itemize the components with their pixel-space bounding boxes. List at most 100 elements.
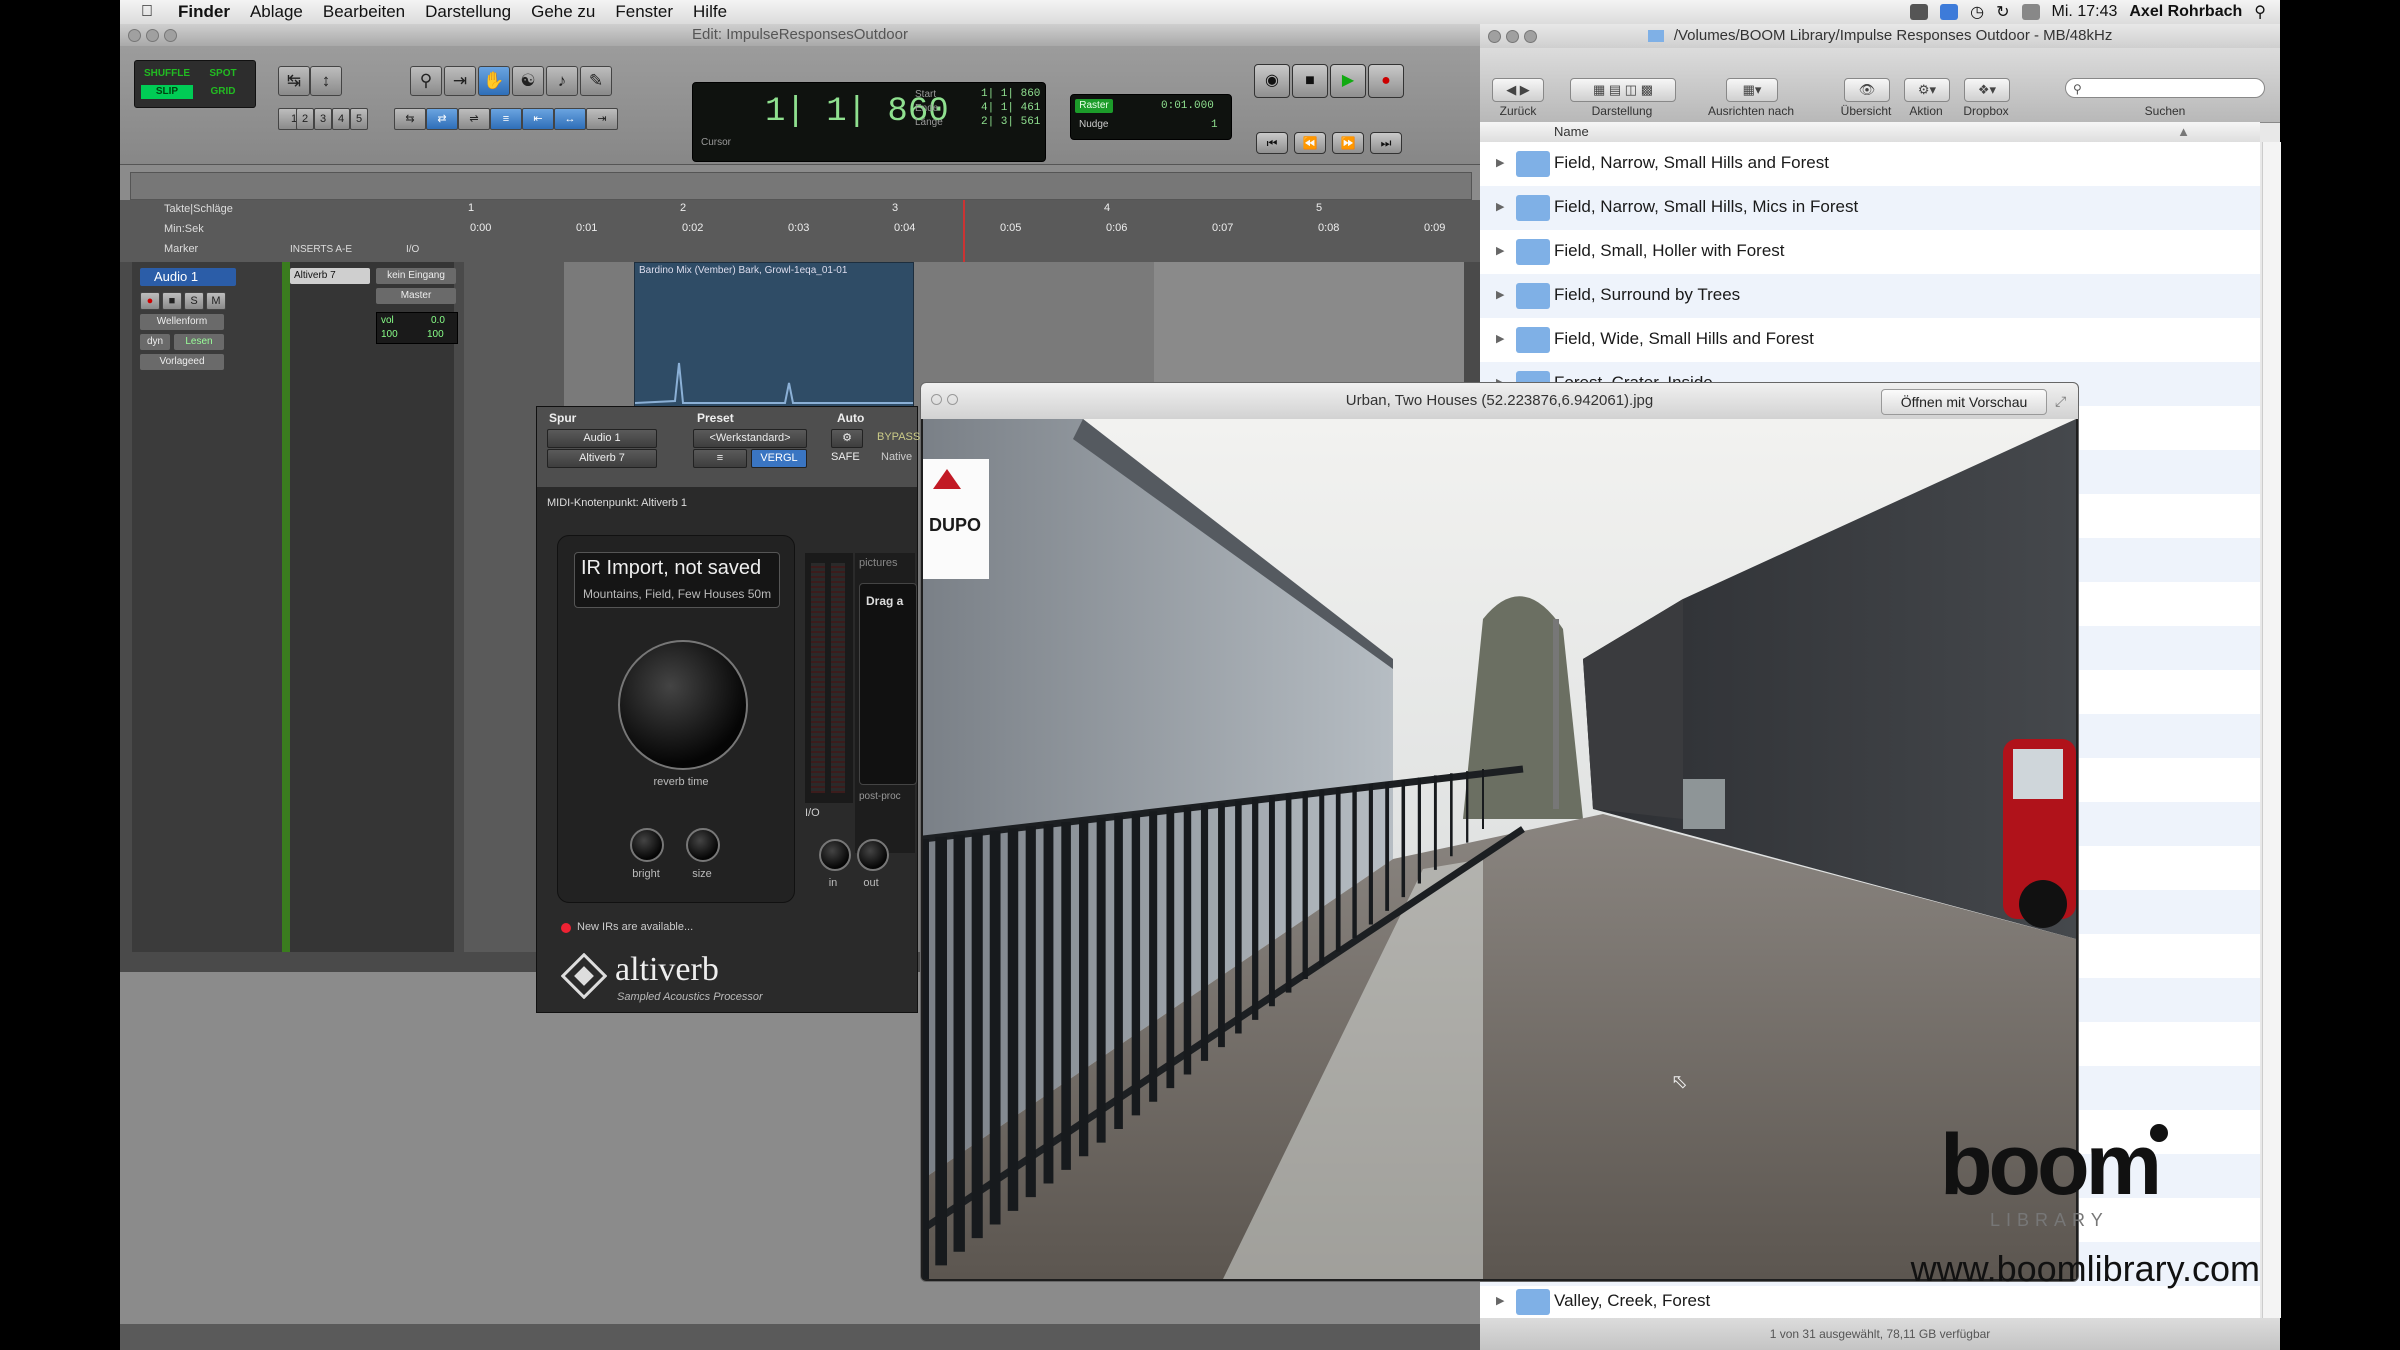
dropbox-tray-icon[interactable] bbox=[1940, 4, 1959, 20]
trim-tool-icon[interactable]: ⇥ bbox=[444, 66, 476, 96]
tray-app-icon[interactable] bbox=[1910, 4, 1929, 20]
menu-app[interactable]: Finder bbox=[178, 2, 230, 22]
minsec-ruler[interactable]: Min:Sek 0:00 0:01 0:02 0:03 0:04 0:05 0:06 0:07… bbox=[120, 220, 1480, 238]
audio-clip[interactable]: Bardino Mix (Vember) Bark, Growl-1eqa_01… bbox=[634, 262, 914, 414]
disclosure-triangle-icon[interactable]: ▶ bbox=[1496, 200, 1504, 213]
dropbox-icon[interactable]: ❖▾ bbox=[1964, 78, 2010, 102]
user-name[interactable]: Axel Rohrbach bbox=[2129, 3, 2242, 21]
compare-button[interactable]: VERGL bbox=[751, 449, 807, 468]
mirror-midi-icon[interactable]: ≡ bbox=[490, 108, 522, 130]
preset-menu-button[interactable]: ≡ bbox=[693, 449, 747, 468]
universe-strip[interactable] bbox=[130, 172, 1472, 200]
slip-mode-button[interactable]: SLIP bbox=[141, 85, 193, 99]
action-gear-icon[interactable]: ⚙▾ bbox=[1904, 78, 1950, 102]
view-mode-buttons[interactable]: ▦ ▤ ◫ ▩ bbox=[1570, 78, 1676, 102]
safe-button[interactable]: SAFE bbox=[831, 451, 860, 463]
pan-left-value[interactable]: 100 bbox=[381, 329, 398, 340]
pan-right-value[interactable]: 100 bbox=[427, 329, 444, 340]
time-machine-icon[interactable]: ◷ bbox=[1970, 2, 1984, 22]
insertion-follows-icon[interactable]: ⇤ bbox=[522, 108, 554, 130]
menu-hilfe[interactable]: Hilfe bbox=[693, 2, 727, 22]
zoom-window-button[interactable] bbox=[164, 29, 177, 42]
start-value[interactable]: 1| 1| 860 bbox=[981, 88, 1040, 100]
open-with-preview-button[interactable]: Öffnen mit Vorschau bbox=[1881, 389, 2047, 415]
in-knob[interactable] bbox=[819, 839, 851, 871]
nudge-label[interactable]: Nudge bbox=[1079, 119, 1108, 130]
quick-look-fullscreen-button[interactable] bbox=[947, 394, 958, 405]
pencil-tool-icon[interactable]: ✎ bbox=[580, 66, 612, 96]
menu-bearbeiten[interactable]: Bearbeiten bbox=[323, 2, 405, 22]
back-forward-buttons[interactable]: ◀ ▶ bbox=[1492, 78, 1544, 102]
finder-scrollbar[interactable] bbox=[2262, 142, 2281, 1318]
bypass-button[interactable]: BYPASS bbox=[877, 431, 920, 443]
online-icon[interactable]: ◉ bbox=[1254, 64, 1290, 98]
tab-to-transient-icon[interactable]: ⇆ bbox=[394, 108, 426, 130]
return-to-zero-icon[interactable]: ⏮ bbox=[1256, 132, 1288, 154]
playhead-cursor[interactable] bbox=[963, 200, 965, 262]
minimize-window-button[interactable] bbox=[146, 29, 159, 42]
protools-scroll-bar[interactable] bbox=[120, 1324, 1480, 1350]
link-timeline-icon[interactable]: ⇄ bbox=[426, 108, 458, 130]
zoom-toggle-icon[interactable]: ↹ bbox=[278, 66, 310, 96]
menu-fenster[interactable]: Fenster bbox=[615, 2, 673, 22]
grid-value[interactable]: 0:01.000 bbox=[1161, 100, 1214, 112]
menu-darstellung[interactable]: Darstellung bbox=[425, 2, 511, 22]
list-item[interactable]: ▶ Field, Small, Holler with Forest bbox=[1480, 230, 2260, 274]
name-column-header[interactable]: Name ▲ bbox=[1480, 122, 2260, 143]
zoom-preset-5[interactable]: 5 bbox=[350, 108, 368, 130]
track-name-audio-1[interactable]: Audio 1 bbox=[140, 268, 236, 286]
end-value[interactable]: 4| 1| 461 bbox=[981, 102, 1040, 114]
apple-menu-icon[interactable]:  bbox=[134, 3, 160, 21]
menu-gehe-zu[interactable]: Gehe zu bbox=[531, 2, 595, 22]
stop-icon[interactable]: ■ bbox=[1292, 64, 1328, 98]
quick-look-eye-icon[interactable]: 👁 bbox=[1844, 78, 1890, 102]
grid-mode-button[interactable]: GRID bbox=[197, 85, 249, 99]
spotlight-icon[interactable]: ⚲ bbox=[2254, 2, 2266, 22]
vol-value[interactable]: 0.0 bbox=[431, 315, 445, 326]
menu-ablage[interactable]: Ablage bbox=[250, 2, 303, 22]
track-view-selector[interactable]: Wellenform bbox=[140, 314, 224, 330]
input-monitor-icon[interactable]: ■ bbox=[162, 292, 182, 310]
record-enable-icon[interactable]: ● bbox=[140, 292, 160, 310]
expand-icon[interactable]: ⤢ bbox=[2055, 383, 2066, 419]
list-item[interactable]: ▶ Field, Narrow, Small Hills, Mics in For… bbox=[1480, 186, 2260, 230]
out-knob[interactable] bbox=[857, 839, 889, 871]
finder-minimize-button[interactable] bbox=[1506, 30, 1519, 43]
insert-selector[interactable]: Altiverb 7 bbox=[547, 449, 657, 468]
preset-selector[interactable]: <Werkstandard> bbox=[693, 429, 807, 448]
solo-button[interactable]: S bbox=[184, 292, 204, 310]
vertical-zoom-icon[interactable]: ↕ bbox=[310, 66, 342, 96]
disclosure-triangle-icon[interactable]: ▶ bbox=[1496, 332, 1504, 345]
automation-mode-selector[interactable]: Lesen bbox=[174, 334, 224, 350]
insert-slot-a[interactable]: Altiverb 7 bbox=[290, 268, 370, 284]
list-item[interactable]: ▶ Field, Surround by Trees bbox=[1480, 274, 2260, 318]
smart-tool-icon[interactable]: ✋ bbox=[478, 66, 510, 96]
mute-button[interactable]: M bbox=[206, 292, 226, 310]
disclosure-triangle-icon[interactable]: ▶ bbox=[1496, 244, 1504, 257]
clock[interactable]: Mi. 17:43 bbox=[2052, 3, 2118, 21]
spot-mode-button[interactable]: SPOT bbox=[197, 67, 249, 81]
list-item[interactable]: ▶ Field, Narrow, Small Hills and Forest bbox=[1480, 142, 2260, 186]
ir-display[interactable]: IR Import, not saved Mountains, Field, F… bbox=[574, 552, 780, 608]
close-window-button[interactable] bbox=[128, 29, 141, 42]
bars-ruler[interactable]: Takte|Schläge 1 2 3 4 5 bbox=[120, 200, 1480, 218]
input-selector[interactable]: kein Eingang bbox=[376, 268, 456, 284]
display-icon[interactable] bbox=[2021, 4, 2040, 20]
link-track-icon[interactable]: ⇌ bbox=[458, 108, 490, 130]
disclosure-triangle-icon[interactable]: ▶ bbox=[1496, 288, 1504, 301]
vol-pan-display[interactable]: vol 0.0 100 100 bbox=[376, 312, 458, 344]
record-icon[interactable]: ● bbox=[1368, 64, 1404, 98]
finder-zoom-button[interactable] bbox=[1524, 30, 1537, 43]
news-link[interactable]: New IRs are available... bbox=[577, 921, 693, 933]
reverb-time-knob[interactable] bbox=[618, 640, 748, 770]
speaker-tool-icon[interactable]: ♪ bbox=[546, 66, 578, 96]
automation-button[interactable]: ⚙ bbox=[831, 429, 863, 448]
fast-forward-icon[interactable]: ⏩ bbox=[1332, 132, 1364, 154]
rewind-icon[interactable]: ⏪ bbox=[1294, 132, 1326, 154]
picture-drop-area[interactable]: Drag a bbox=[859, 583, 917, 785]
search-field[interactable]: ⚲ bbox=[2065, 78, 2265, 98]
disclosure-triangle-icon[interactable]: ▶ bbox=[1496, 1294, 1504, 1307]
dyn-toggle[interactable]: dyn bbox=[140, 334, 170, 350]
arrange-button[interactable]: ▦▾ bbox=[1726, 78, 1778, 102]
length-value[interactable]: 2| 3| 561 bbox=[981, 116, 1040, 128]
